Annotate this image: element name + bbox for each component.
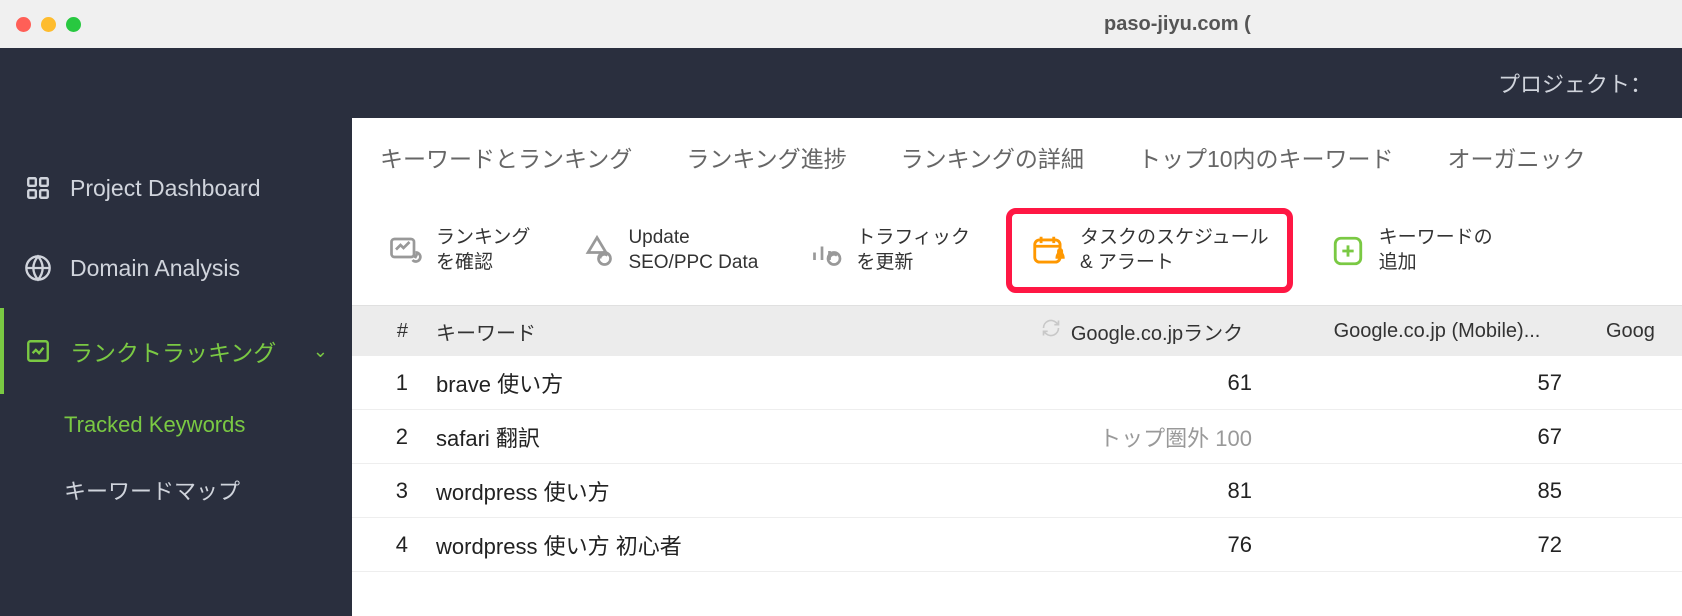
cell-rank: 61 [1002, 370, 1282, 396]
ranking-check-icon [386, 232, 424, 270]
chevron-down-icon: ⌄ [313, 341, 328, 362]
toolbar-label: SEO/PPC Data [628, 251, 758, 276]
toolbar-label: トラフィック [856, 226, 970, 251]
update-data-icon [578, 232, 616, 270]
cell-number: 1 [352, 370, 422, 396]
cell-number: 4 [352, 532, 422, 558]
update-seo-ppc-button[interactable]: Update SEO/PPC Data [566, 218, 770, 283]
toolbar-label: を更新 [856, 251, 970, 276]
check-ranking-button[interactable]: ランキング を確認 [374, 218, 542, 283]
toolbar-label: 追加 [1379, 251, 1493, 276]
sidebar-item-rank-tracking[interactable]: ランクトラッキング ⌄ [0, 308, 352, 394]
toolbar-label: を確認 [436, 251, 530, 276]
window-titlebar: paso-jiyu.com ( [0, 0, 1682, 48]
table-row[interactable]: 1brave 使い方6157 [352, 356, 1682, 410]
tab-ranking-progress[interactable]: ランキング進捗 [686, 140, 846, 174]
column-google-mobile[interactable]: Google.co.jp (Mobile)... [1282, 320, 1592, 343]
schedule-icon [1030, 232, 1068, 270]
cell-mobile-rank: 72 [1282, 532, 1592, 558]
tab-keywords-ranking[interactable]: キーワードとランキング [380, 140, 632, 174]
cell-number: 3 [352, 478, 422, 504]
chart-icon [24, 337, 52, 365]
column-google-rank[interactable]: Google.co.jpランク [1002, 317, 1282, 346]
cell-keyword: brave 使い方 [422, 367, 1002, 399]
cell-keyword: safari 翻訳 [422, 421, 1002, 453]
update-traffic-button[interactable]: トラフィック を更新 [794, 218, 982, 283]
window-title: paso-jiyu.com ( [1104, 13, 1251, 36]
table-row[interactable]: 3wordpress 使い方8185 [352, 464, 1682, 518]
tab-top10-keywords[interactable]: トップ10内のキーワード [1138, 140, 1394, 174]
sidebar-item-label: Project Dashboard [70, 175, 261, 202]
plus-icon [1329, 232, 1367, 270]
sidebar-item-label: ランクトラッキング [70, 334, 276, 368]
sidebar-subitem-keyword-map[interactable]: キーワードマップ [64, 456, 352, 524]
sidebar-subitem-tracked-keywords[interactable]: Tracked Keywords [64, 394, 352, 456]
maximize-window-button[interactable] [66, 17, 81, 32]
dashboard-icon [24, 174, 52, 202]
keywords-table: # キーワード Google.co.jpランク Google.co.jp (Mo… [352, 306, 1682, 616]
sidebar-item-label: Domain Analysis [70, 255, 240, 282]
globe-icon [24, 254, 52, 282]
cell-mobile-rank: 57 [1282, 370, 1592, 396]
toolbar-label: Update [628, 226, 758, 251]
toolbar-label: ランキング [436, 226, 530, 251]
tab-organic[interactable]: オーガニック [1448, 140, 1586, 174]
table-header: # キーワード Google.co.jpランク Google.co.jp (Mo… [352, 306, 1682, 356]
project-label: プロジェクト： [1498, 67, 1652, 99]
minimize-window-button[interactable] [41, 17, 56, 32]
column-number[interactable]: # [352, 320, 422, 343]
cell-keyword: wordpress 使い方 初心者 [422, 529, 1002, 561]
traffic-update-icon [806, 232, 844, 270]
add-keyword-button[interactable]: キーワードの 追加 [1317, 218, 1505, 283]
cell-mobile-rank: 85 [1282, 478, 1592, 504]
sidebar-item-dashboard[interactable]: Project Dashboard [0, 148, 352, 228]
cell-rank: 76 [1002, 532, 1282, 558]
column-label: Google.co.jpランク [1071, 317, 1243, 346]
topbar: プロジェクト： [0, 48, 1682, 118]
cell-mobile-rank: 67 [1282, 424, 1592, 450]
close-window-button[interactable] [16, 17, 31, 32]
toolbar-label: タスクのスケジュール [1080, 226, 1269, 251]
column-keyword[interactable]: キーワード [422, 317, 1002, 346]
table-row[interactable]: 2safari 翻訳トップ圏外 10067 [352, 410, 1682, 464]
main-content: キーワードとランキング ランキング進捗 ランキングの詳細 トップ10内のキーワー… [352, 118, 1682, 616]
cell-number: 2 [352, 424, 422, 450]
toolbar-label: キーワードの [1379, 226, 1493, 251]
cell-rank: トップ圏外 100 [1002, 421, 1282, 453]
schedule-alerts-button[interactable]: タスクのスケジュール & アラート [1006, 208, 1293, 293]
column-google-extra[interactable]: Goog [1592, 320, 1682, 343]
sidebar-item-domain-analysis[interactable]: Domain Analysis [0, 228, 352, 308]
refresh-icon [1041, 318, 1061, 344]
tabs-bar: キーワードとランキング ランキング進捗 ランキングの詳細 トップ10内のキーワー… [352, 118, 1682, 196]
cell-keyword: wordpress 使い方 [422, 475, 1002, 507]
cell-rank: 81 [1002, 478, 1282, 504]
tab-ranking-details[interactable]: ランキングの詳細 [901, 140, 1084, 174]
toolbar: ランキング を確認 Update SEO/PPC Data [352, 196, 1682, 306]
toolbar-label: & アラート [1080, 251, 1269, 276]
table-row[interactable]: 4wordpress 使い方 初心者7672 [352, 518, 1682, 572]
sidebar: Project Dashboard Domain Analysis ランクトラッ… [0, 118, 352, 616]
